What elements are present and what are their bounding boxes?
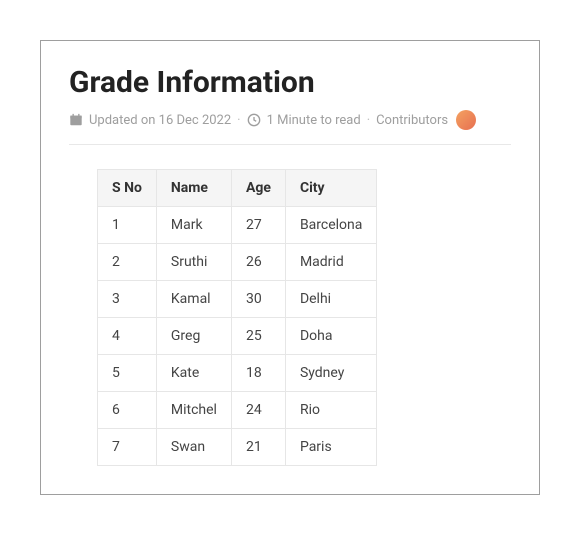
avatar[interactable] (456, 110, 476, 130)
header-sno: S No (98, 170, 157, 207)
header-age: Age (231, 170, 285, 207)
meta-bar: Updated on 16 Dec 2022 · 1 Minute to rea… (69, 110, 511, 145)
cell-age: 25 (231, 318, 285, 355)
clock-icon (247, 113, 261, 127)
updated-text: Updated on 16 Dec 2022 (89, 113, 231, 128)
page-title: Grade Information (69, 65, 511, 100)
calendar-icon (69, 113, 83, 127)
content-card: Grade Information Updated on 16 Dec 2022… (40, 40, 540, 495)
cell-sno: 7 (98, 429, 157, 466)
cell-name: Mark (156, 207, 231, 244)
cell-sno: 6 (98, 392, 157, 429)
cell-age: 27 (231, 207, 285, 244)
cell-age: 30 (231, 281, 285, 318)
table-row: 2Sruthi26Madrid (98, 244, 377, 281)
cell-age: 24 (231, 392, 285, 429)
cell-name: Swan (156, 429, 231, 466)
cell-city: Paris (285, 429, 376, 466)
cell-sno: 5 (98, 355, 157, 392)
cell-city: Sydney (285, 355, 376, 392)
cell-city: Madrid (285, 244, 376, 281)
cell-age: 21 (231, 429, 285, 466)
cell-sno: 3 (98, 281, 157, 318)
table-row: 3Kamal30Delhi (98, 281, 377, 318)
cell-age: 18 (231, 355, 285, 392)
cell-city: Delhi (285, 281, 376, 318)
cell-sno: 4 (98, 318, 157, 355)
separator: · (367, 113, 370, 128)
table-container: S No Name Age City 1Mark27Barcelona2Srut… (69, 169, 511, 466)
table-row: 7Swan21Paris (98, 429, 377, 466)
read-time-text: 1 Minute to read (267, 113, 361, 128)
cell-sno: 2 (98, 244, 157, 281)
grade-table: S No Name Age City 1Mark27Barcelona2Srut… (97, 169, 377, 466)
cell-name: Kamal (156, 281, 231, 318)
separator: · (237, 113, 240, 128)
table-row: 4Greg25Doha (98, 318, 377, 355)
cell-city: Barcelona (285, 207, 376, 244)
contributors-label: Contributors (376, 113, 448, 128)
header-city: City (285, 170, 376, 207)
cell-name: Kate (156, 355, 231, 392)
cell-sno: 1 (98, 207, 157, 244)
table-row: 6Mitchel24Rio (98, 392, 377, 429)
cell-name: Sruthi (156, 244, 231, 281)
cell-city: Rio (285, 392, 376, 429)
header-name: Name (156, 170, 231, 207)
table-header-row: S No Name Age City (98, 170, 377, 207)
table-row: 5Kate18Sydney (98, 355, 377, 392)
cell-name: Mitchel (156, 392, 231, 429)
cell-name: Greg (156, 318, 231, 355)
cell-age: 26 (231, 244, 285, 281)
table-row: 1Mark27Barcelona (98, 207, 377, 244)
cell-city: Doha (285, 318, 376, 355)
